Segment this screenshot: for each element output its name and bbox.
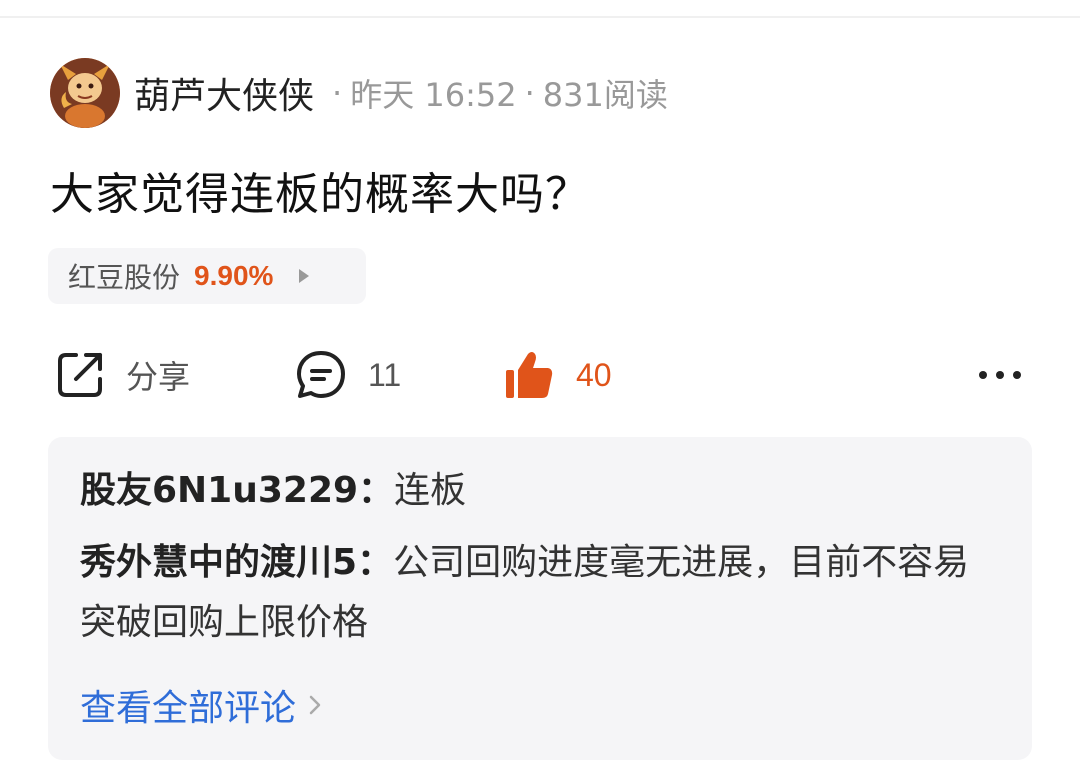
comment-item: 股友6N1u3229：连板	[80, 461, 1000, 521]
comment-item: 秀外慧中的渡川5：公司回购进度毫无进展，目前不容易突破回购上限价格	[80, 533, 1000, 653]
top-divider	[0, 16, 1080, 18]
comment-button[interactable]: 11	[294, 340, 401, 410]
comment-text: 连板	[394, 470, 467, 511]
post-header: 葫芦大侠侠 · 昨天 16:52 · 831阅读	[50, 58, 668, 128]
comment-icon	[297, 351, 345, 398]
stock-tag[interactable]: 红豆股份 9.90%	[48, 248, 366, 304]
comment-preview[interactable]: 股友6N1u3229：连板 秀外慧中的渡川5：公司回购进度毫无进展，目前不容易突…	[48, 437, 1032, 760]
comment-count: 11	[368, 356, 402, 393]
action-bar: 分享 11 40	[0, 340, 1080, 410]
read-count: 831阅读	[542, 76, 668, 114]
thumbs-up-icon	[506, 352, 553, 398]
author-name[interactable]: 葫芦大侠侠	[134, 67, 314, 119]
avatar-image	[50, 58, 120, 128]
share-button[interactable]: 分享	[54, 340, 190, 410]
comment-user[interactable]: 股友6N1u3229：	[80, 470, 394, 511]
post-title[interactable]: 大家觉得连板的概率大吗？	[50, 158, 590, 222]
view-all-label: 查看全部评论	[80, 688, 297, 729]
more-dots-icon	[979, 371, 1021, 379]
play-arrow-icon	[299, 269, 310, 283]
comment-user[interactable]: 秀外慧中的渡川5：	[80, 542, 393, 583]
like-count: 40	[576, 356, 612, 393]
post-meta: · 昨天 16:52 · 831阅读	[324, 70, 668, 116]
like-button[interactable]: 40	[502, 340, 612, 410]
stock-name: 红豆股份	[68, 261, 181, 294]
meta-separator: ·	[524, 74, 535, 112]
post-date: 昨天 16:52	[350, 76, 517, 114]
share-label: 分享	[126, 359, 191, 395]
meta-separator: ·	[332, 74, 343, 112]
stock-change: 9.90%	[194, 260, 274, 291]
chevron-right-icon	[309, 695, 321, 715]
view-all-comments-link[interactable]: 查看全部评论	[80, 679, 1000, 731]
avatar[interactable]	[50, 58, 120, 128]
share-icon	[58, 353, 102, 397]
more-button[interactable]	[976, 340, 1024, 410]
